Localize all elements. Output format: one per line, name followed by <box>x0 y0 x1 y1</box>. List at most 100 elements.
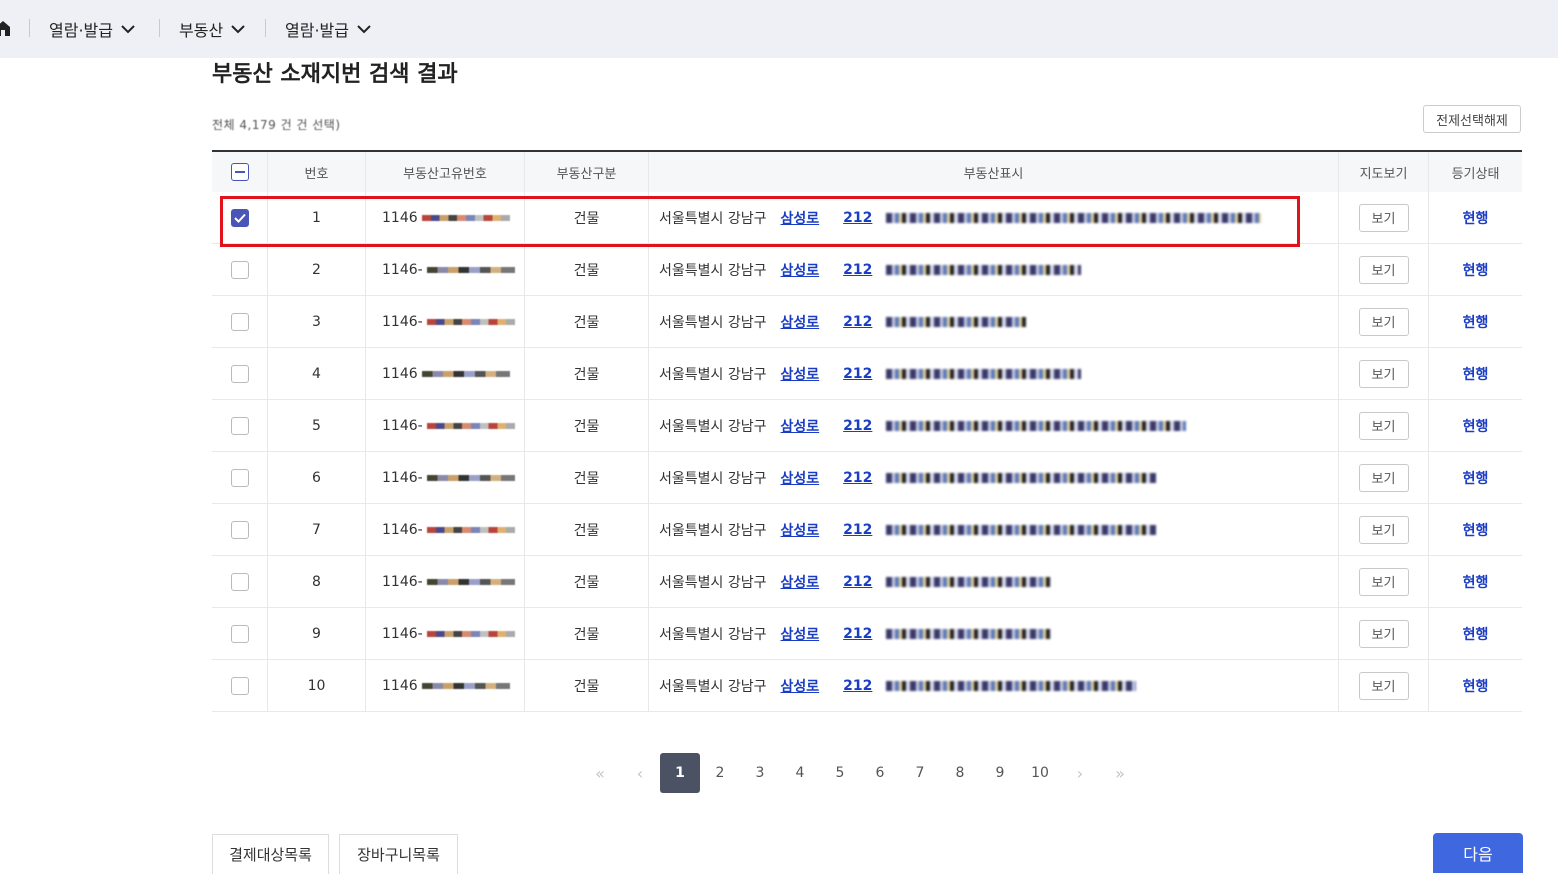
map-view-button[interactable]: 보기 <box>1358 255 1409 284</box>
breadcrumb-item-view-issue-2[interactable]: 열람·발급 <box>285 0 371 58</box>
address-number-link[interactable]: 212 <box>843 522 872 538</box>
table-row[interactable]: 10 1146 건물 서울특별시 강남구 삼성로 212 보기 현행 <box>212 660 1522 712</box>
row-checkbox[interactable] <box>230 520 249 539</box>
results-table: 번호 부동산고유번호 부동산구분 부동산표시 지도보기 등기상태 1 1146 … <box>212 150 1522 712</box>
page-number-button[interactable]: 2 <box>700 753 740 793</box>
page-number-button[interactable]: 7 <box>900 753 940 793</box>
map-view-button[interactable]: 보기 <box>1358 619 1409 648</box>
row-uid: 1146- <box>366 244 525 295</box>
row-status-cell: 현행 <box>1429 192 1522 243</box>
table-row[interactable]: 9 1146- 건물 서울특별시 강남구 삼성로 212 보기 현행 <box>212 608 1522 660</box>
redacted-uid <box>421 214 510 221</box>
row-address: 서울특별시 강남구 삼성로 212 <box>649 504 1339 555</box>
address-road-link[interactable]: 삼성로 <box>781 312 820 332</box>
address-road-link[interactable]: 삼성로 <box>781 416 820 436</box>
row-checkbox-cell <box>212 608 268 659</box>
registry-status: 현행 <box>1462 262 1489 279</box>
row-checkbox[interactable] <box>230 364 249 383</box>
table-row[interactable]: 8 1146- 건물 서울특별시 강남구 삼성로 212 보기 현행 <box>212 556 1522 608</box>
cart-list-tab[interactable]: 장바구니목록 <box>339 834 458 874</box>
address-road-link[interactable]: 삼성로 <box>781 624 820 644</box>
address-number-link[interactable]: 212 <box>843 210 872 226</box>
map-view-button[interactable]: 보기 <box>1358 203 1409 232</box>
address-number-link[interactable]: 212 <box>843 678 872 694</box>
row-checkbox[interactable] <box>230 260 249 279</box>
payment-list-tab[interactable]: 결제대상목록 <box>212 834 329 874</box>
table-row[interactable]: 6 1146- 건물 서울특별시 강남구 삼성로 212 보기 현행 <box>212 452 1522 504</box>
registry-status: 현행 <box>1462 678 1489 695</box>
breadcrumb-label: 열람·발급 <box>49 21 113 40</box>
table-row[interactable]: 2 1146- 건물 서울특별시 강남구 삼성로 212 보기 현행 <box>212 244 1522 296</box>
address-number-link[interactable]: 212 <box>843 470 872 486</box>
map-view-button[interactable]: 보기 <box>1358 307 1409 336</box>
breadcrumb-item-view-issue[interactable]: 열람·발급 <box>49 0 135 58</box>
row-status-cell: 현행 <box>1429 296 1522 347</box>
row-status-cell: 현행 <box>1429 608 1522 659</box>
address-road-link[interactable]: 삼성로 <box>781 364 820 384</box>
page-number-button[interactable]: 4 <box>780 753 820 793</box>
uid-prefix: 1146 <box>382 365 418 382</box>
uid-prefix: 1146- <box>382 573 423 590</box>
breadcrumb-item-real-estate[interactable]: 부동산 <box>179 0 245 58</box>
map-view-button[interactable]: 보기 <box>1358 359 1409 388</box>
row-checkbox[interactable] <box>230 312 249 331</box>
redacted-description <box>886 524 1157 535</box>
row-checkbox[interactable] <box>230 416 249 435</box>
next-page-button[interactable]: › <box>1060 753 1100 793</box>
row-map-cell: 보기 <box>1339 504 1429 555</box>
result-count: 전체 4,179 건 건 선택) <box>212 118 341 132</box>
page-number-button[interactable]: 6 <box>860 753 900 793</box>
row-checkbox[interactable] <box>230 572 249 591</box>
redacted-uid <box>426 474 515 481</box>
address-number-link[interactable]: 212 <box>843 366 872 382</box>
address-number-link[interactable]: 212 <box>843 574 872 590</box>
address-number-link[interactable]: 212 <box>843 314 872 330</box>
map-view-button[interactable]: 보기 <box>1358 515 1409 544</box>
address-road-link[interactable]: 삼성로 <box>781 520 820 540</box>
map-view-button[interactable]: 보기 <box>1358 671 1409 700</box>
redacted-uid <box>421 370 510 377</box>
address-number-link[interactable]: 212 <box>843 418 872 434</box>
address-number-link[interactable]: 212 <box>843 262 872 278</box>
page-title: 부동산 소재지번 검색 결과 <box>212 62 458 87</box>
next-button[interactable]: 다음 <box>1433 833 1523 873</box>
page-number-button[interactable]: 10 <box>1020 753 1060 793</box>
first-page-button[interactable]: « <box>580 753 620 793</box>
address-road-link[interactable]: 삼성로 <box>781 468 820 488</box>
page-number-button[interactable]: 5 <box>820 753 860 793</box>
table-row[interactable]: 3 1146- 건물 서울특별시 강남구 삼성로 212 보기 현행 <box>212 296 1522 348</box>
header-type: 부동산구분 <box>525 152 649 192</box>
address-number-link[interactable]: 212 <box>843 626 872 642</box>
table-row[interactable]: 4 1146 건물 서울특별시 강남구 삼성로 212 보기 현행 <box>212 348 1522 400</box>
last-page-button[interactable]: » <box>1100 753 1140 793</box>
map-view-button[interactable]: 보기 <box>1358 463 1409 492</box>
page-number-button[interactable]: 3 <box>740 753 780 793</box>
row-checkbox[interactable] <box>230 624 249 643</box>
address-road-link[interactable]: 삼성로 <box>781 676 820 696</box>
row-uid: 1146 <box>366 348 525 399</box>
home-icon[interactable] <box>0 20 10 36</box>
page-number-button[interactable]: 8 <box>940 753 980 793</box>
select-all-checkbox[interactable] <box>230 163 249 181</box>
breadcrumb-label: 부동산 <box>179 21 224 40</box>
map-view-button[interactable]: 보기 <box>1358 567 1409 596</box>
page-number-button[interactable]: 1 <box>660 753 700 793</box>
row-checkbox[interactable] <box>230 208 249 227</box>
row-type: 건물 <box>525 192 649 243</box>
table-row[interactable]: 5 1146- 건물 서울특별시 강남구 삼성로 212 보기 현행 <box>212 400 1522 452</box>
address-road-link[interactable]: 삼성로 <box>781 572 820 592</box>
row-status-cell: 현행 <box>1429 504 1522 555</box>
table-row[interactable]: 7 1146- 건물 서울특별시 강남구 삼성로 212 보기 현행 <box>212 504 1522 556</box>
prev-page-button[interactable]: ‹ <box>620 753 660 793</box>
deselect-all-button[interactable]: 전제선택해제 <box>1423 105 1521 133</box>
address-road-link[interactable]: 삼성로 <box>781 260 820 280</box>
row-checkbox[interactable] <box>230 468 249 487</box>
table-row[interactable]: 1 1146 건물 서울특별시 강남구 삼성로 212 보기 현행 <box>212 192 1522 244</box>
map-view-button[interactable]: 보기 <box>1358 411 1409 440</box>
row-checkbox[interactable] <box>230 676 249 695</box>
redacted-uid <box>426 578 515 585</box>
row-checkbox-cell <box>212 192 268 243</box>
page-number-button[interactable]: 9 <box>980 753 1020 793</box>
address-road-link[interactable]: 삼성로 <box>781 208 820 228</box>
row-map-cell: 보기 <box>1339 556 1429 607</box>
